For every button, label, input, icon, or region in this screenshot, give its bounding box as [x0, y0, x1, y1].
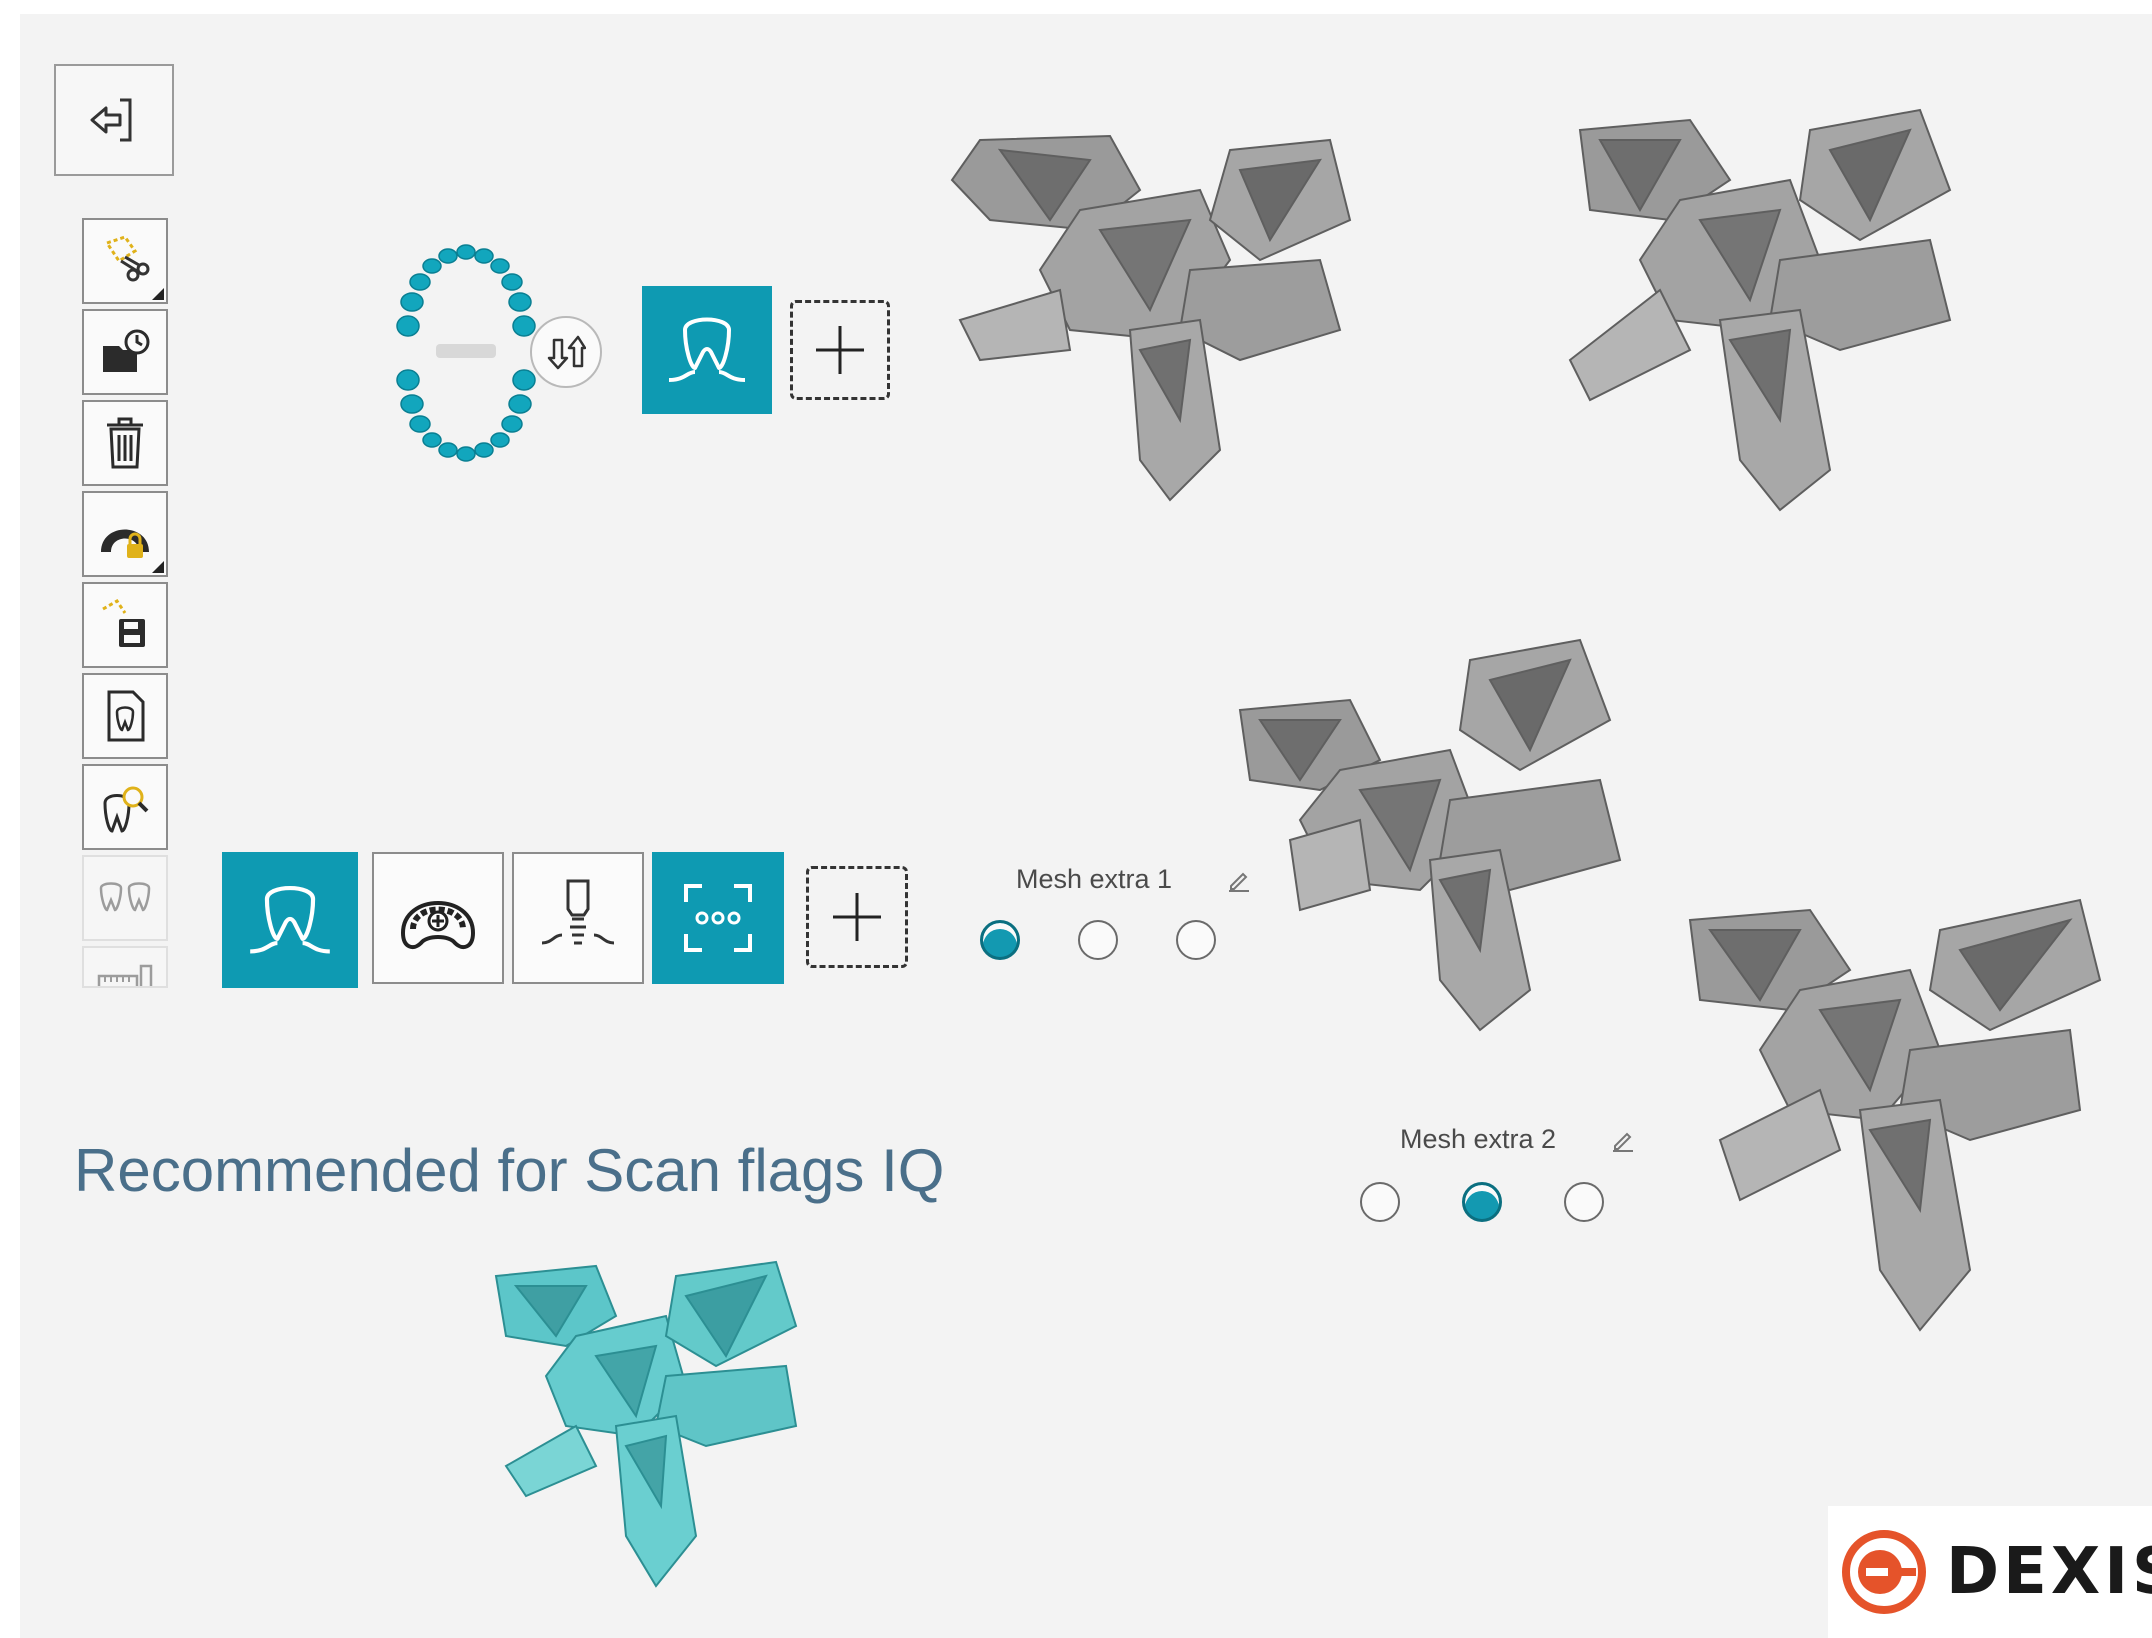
submenu-indicator [152, 561, 164, 573]
left-toolbar [82, 218, 172, 993]
e-logo-icon [1842, 1530, 1926, 1614]
restore-button[interactable] [82, 309, 168, 395]
mesh-extra-1-radios [980, 920, 1216, 960]
dental-arch-chart[interactable] [396, 240, 536, 475]
swap-arrows-icon [547, 335, 586, 370]
edit-pencil-icon[interactable] [1610, 1127, 1636, 1153]
tooth-inspect-button[interactable] [82, 764, 168, 850]
exit-icon [90, 98, 132, 142]
scan-model-highlight[interactable] [486, 1256, 826, 1596]
swap-jaw-button[interactable] [530, 316, 602, 388]
tooth-document-button[interactable] [82, 673, 168, 759]
save-selection-icon [102, 599, 145, 647]
tooth-pair-icon [99, 882, 151, 912]
dental-arch-icon [396, 244, 536, 462]
add-scan-button-top[interactable] [790, 300, 890, 400]
mesh-extra-2-option-2[interactable] [1462, 1182, 1502, 1222]
tooth-icon [668, 317, 746, 382]
denture-plus-icon [400, 901, 476, 950]
dexis-logo: DEXIS [1828, 1506, 2152, 1638]
scan-model-2[interactable] [1560, 100, 2000, 520]
scan-body-tile[interactable] [652, 852, 784, 984]
tooth-scan-tile[interactable] [642, 286, 772, 414]
recommendation-heading: Recommended for Scan flags IQ [74, 1137, 945, 1204]
ruler-icon [97, 964, 153, 986]
lock-arch-icon [101, 529, 149, 558]
tooth-document-icon [107, 690, 145, 742]
add-scan-button-bottom[interactable] [806, 866, 908, 968]
tooth-scan-tile-2[interactable] [222, 852, 358, 988]
trim-scissors-icon [104, 235, 150, 282]
lock-arch-button[interactable] [82, 491, 168, 577]
exit-button[interactable] [54, 64, 174, 176]
mesh-extra-1-option-2[interactable] [1078, 920, 1118, 960]
denture-scan-tile[interactable] [372, 852, 504, 984]
tooth-pair-button[interactable] [82, 855, 168, 941]
scan-model-3[interactable] [1230, 630, 1690, 1050]
mesh-extra-2-option-3[interactable] [1564, 1182, 1604, 1222]
plus-icon [816, 326, 864, 374]
mesh-extra-1-option-3[interactable] [1176, 920, 1216, 960]
mesh-extra-2-header: Mesh extra 2 [1400, 1124, 1636, 1155]
logo-text: DEXIS [1946, 1535, 2152, 1609]
trash-icon [107, 417, 143, 469]
mesh-extra-1-label: Mesh extra 1 [1016, 864, 1173, 894]
restore-history-icon [103, 329, 150, 372]
mesh-extra-1-option-1[interactable] [980, 920, 1020, 960]
implant-scan-tile[interactable] [512, 852, 644, 984]
plus-icon [833, 893, 881, 941]
delete-button[interactable] [82, 400, 168, 486]
mesh-extra-2-label: Mesh extra 2 [1400, 1124, 1557, 1154]
implant-icon [541, 879, 615, 945]
ruler-button[interactable] [82, 946, 168, 988]
trim-tool-button[interactable] [82, 218, 168, 304]
scan-model-4[interactable] [1680, 890, 2140, 1340]
scan-model-1[interactable] [940, 120, 1420, 520]
scan-frame-dots-icon [684, 884, 752, 952]
tooth-magnify-icon [103, 786, 149, 833]
mesh-extra-2-option-1[interactable] [1360, 1182, 1400, 1222]
tooth-icon [250, 886, 330, 954]
mesh-extra-1-header: Mesh extra 1 [1016, 864, 1252, 895]
submenu-indicator [152, 288, 164, 300]
mesh-extra-2-radios [1360, 1182, 1604, 1222]
save-selection-button[interactable] [82, 582, 168, 668]
